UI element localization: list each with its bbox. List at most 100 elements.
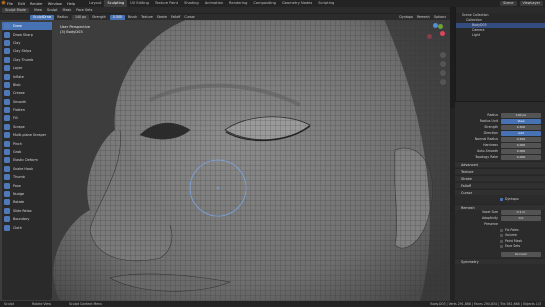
radius-field[interactable]: 140 px (501, 112, 541, 118)
strength-field[interactable]: 0.500 (501, 124, 541, 130)
tool-clay-thumb[interactable]: Clay Thumb (2, 56, 52, 64)
tool-multi-plane-scraper[interactable]: Multi-plane Scraper (2, 131, 52, 139)
x-axis-icon[interactable] (440, 31, 445, 36)
sculpt-menu[interactable]: Sculpt (47, 8, 58, 12)
tool-snake-hook[interactable]: Snake Hook (2, 165, 52, 173)
tool-pinch[interactable]: Pinch (2, 139, 52, 147)
neg-x-axis-icon[interactable] (427, 34, 432, 39)
brush-menu[interactable]: Brush (128, 15, 137, 19)
main-menu: File Edit Render Window Help (7, 1, 80, 6)
topology-rake-field[interactable]: 0.000 (501, 154, 541, 160)
tool-label: Smooth (13, 99, 27, 104)
tab-rendering[interactable]: Rendering (226, 0, 250, 7)
blender-logo-icon[interactable]: ◉ (0, 0, 7, 7)
tab-geometry-nodes[interactable]: Geometry Nodes (279, 0, 315, 7)
normal-radius-field[interactable]: 0.500 (501, 136, 541, 142)
tab-uv-editing[interactable]: UV Editing (127, 0, 152, 7)
mode-selector[interactable]: Sculpt Mode (2, 7, 29, 13)
menu-help[interactable]: Help (67, 2, 75, 6)
tab-sculpting[interactable]: Sculpting (104, 0, 128, 7)
tool-pose[interactable]: Pose (2, 181, 52, 189)
tool-rotate[interactable]: Rotate (2, 198, 52, 206)
brush-selector[interactable]: SculptDraw (30, 14, 55, 20)
tool-clay-strips[interactable]: Clay Strips (2, 47, 52, 55)
falloff-menu[interactable]: Falloff (171, 15, 180, 19)
y-axis-icon[interactable] (438, 24, 443, 29)
face-sets-menu[interactable]: Face Sets (76, 8, 92, 12)
properties-panel: Radius 140 px Radius Unit View Strength 0.500… (455, 108, 545, 301)
tool-clay[interactable]: Clay (2, 39, 52, 47)
dyntopo-menu[interactable]: Dyntopo (399, 15, 413, 19)
tool-inflate[interactable]: Inflate (2, 72, 52, 80)
menu-window[interactable]: Window (48, 2, 62, 6)
zoom-icon[interactable] (440, 52, 446, 58)
auto-smooth-field[interactable]: 0.000 (501, 148, 541, 154)
3d-viewport[interactable] (0, 20, 450, 301)
section-falloff[interactable]: Falloff (455, 182, 545, 188)
scene-selector[interactable]: Scene (500, 1, 517, 6)
cloth-icon (4, 224, 10, 231)
tool-flatten[interactable]: Flatten (2, 106, 52, 114)
dyntopo-checkbox[interactable]: Dyntopo (455, 197, 545, 203)
sculpt-toolbar: Draw Draw Sharp Clay Clay Strips Clay Thumb L… (2, 22, 52, 300)
section-cursor[interactable]: Cursor (455, 189, 545, 195)
tool-label: Flatten (13, 108, 25, 113)
tool-settings-header: SculptDraw Radius 140 px Strength 0.500 … (0, 13, 450, 20)
tab-compositing[interactable]: Compositing (250, 0, 279, 7)
stroke-menu[interactable]: Stroke (157, 15, 167, 19)
tool-nudge[interactable]: Nudge (2, 190, 52, 198)
tool-cloth[interactable]: Cloth (2, 223, 52, 231)
voxel-size-field[interactable]: 0.1 m (501, 210, 541, 215)
tool-fill[interactable]: Fill (2, 114, 52, 122)
strength-field[interactable]: 0.500 (109, 14, 125, 20)
tab-texture-paint[interactable]: Texture Paint (152, 0, 181, 7)
tab-scripting[interactable]: Scripting (315, 0, 337, 7)
tab-layout[interactable]: Layout (86, 0, 104, 7)
thumb-icon (4, 174, 10, 181)
tool-elastic-deform[interactable]: Elastic Deform (2, 156, 52, 164)
tool-smooth[interactable]: Smooth (2, 98, 52, 106)
perspective-toggle-icon[interactable] (440, 79, 446, 85)
cursor-menu[interactable]: Cursor (184, 15, 194, 19)
tool-thumb[interactable]: Thumb (2, 173, 52, 181)
tool-label: Slide Relax (13, 208, 32, 213)
pan-icon[interactable] (440, 61, 446, 67)
menu-file[interactable]: File (7, 2, 13, 6)
mask-menu[interactable]: Mask (63, 8, 72, 12)
section-texture[interactable]: Texture (455, 168, 545, 174)
remesh-button[interactable]: Remesh (501, 251, 541, 257)
symmetry-section[interactable]: Symmetry (455, 257, 545, 264)
preserve-label: Preserve (484, 222, 498, 227)
section-stroke[interactable]: Stroke (455, 175, 545, 181)
preserve-face-sets-checkbox[interactable]: Face Sets (455, 244, 545, 250)
adaptivity-field[interactable]: 0.0 (501, 216, 541, 221)
texture-menu[interactable]: Texture (141, 15, 153, 19)
hardness-field[interactable]: 0.000 (501, 142, 541, 148)
section-advanced[interactable]: Advanced (455, 161, 545, 167)
voxel-size-label: Voxel Size (482, 210, 498, 215)
radius-field[interactable]: 140 px (71, 14, 89, 20)
direction-field[interactable]: Add (501, 130, 541, 136)
tool-blob[interactable]: Blob (2, 81, 52, 89)
tab-shading[interactable]: Shading (181, 0, 202, 7)
tool-slide-relax[interactable]: Slide Relax (2, 207, 52, 215)
tool-draw[interactable]: Draw (2, 22, 52, 31)
tool-layer[interactable]: Layer (2, 64, 52, 72)
menu-render[interactable]: Render (30, 2, 43, 6)
navigation-gizmo[interactable] (424, 22, 448, 46)
view-layer-selector[interactable]: ViewLayer (519, 1, 543, 6)
tool-scrape[interactable]: Scrape (2, 123, 52, 131)
camera-icon[interactable] (440, 70, 446, 76)
view-menu[interactable]: View (34, 8, 42, 12)
remesh-menu[interactable]: Remesh (417, 15, 430, 19)
tool-boundary[interactable]: Boundary (2, 215, 52, 223)
outliner-item-light[interactable]: Light (456, 33, 545, 38)
tool-grab[interactable]: Grab (2, 148, 52, 156)
radius-unit-field[interactable]: View (501, 118, 541, 124)
menu-edit[interactable]: Edit (18, 2, 25, 6)
tab-animation[interactable]: Animation (202, 0, 226, 7)
tool-draw-sharp[interactable]: Draw Sharp (2, 30, 52, 38)
options-menu[interactable]: Options (434, 15, 446, 19)
inflate-icon (4, 73, 10, 80)
tool-crease[interactable]: Crease (2, 89, 52, 97)
